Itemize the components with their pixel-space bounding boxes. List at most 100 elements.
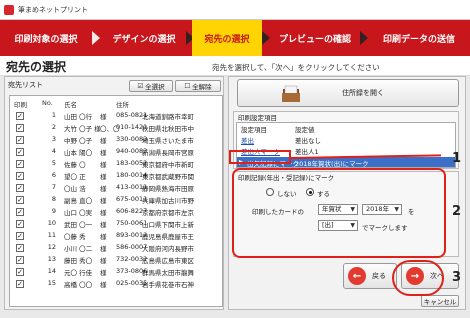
callout-box-3 xyxy=(392,260,444,296)
row-honorific: 様 xyxy=(100,173,107,181)
cancel-label: キャンセル xyxy=(423,298,457,306)
step-2-label: デザインの選択 xyxy=(112,34,176,45)
settings-value-sender-mark: 差出人1 xyxy=(295,148,319,156)
window-title: 筆まめネットプリント xyxy=(18,5,88,14)
row-address: 京都府京都市左京 xyxy=(142,209,194,217)
row-honorific: 様 xyxy=(100,281,107,289)
step-arrow-icon xyxy=(262,31,270,45)
row-honorific: 様 xyxy=(100,113,107,121)
table-row[interactable]: ✓ 6 望〇 正様 180-0014 東京都武蔵野市関 xyxy=(10,171,222,181)
row-no: 11 xyxy=(47,231,56,239)
select-all-button[interactable]: ☑ 全選択 xyxy=(129,80,173,92)
row-no: 12 xyxy=(47,243,56,251)
row-honorific: 様 xyxy=(100,149,107,157)
print-checkbox[interactable]: ✓ xyxy=(16,196,24,204)
row-honorific: 様 xyxy=(100,197,107,205)
row-honorific: 様 xyxy=(100,221,107,229)
row-no: 3 xyxy=(51,135,56,143)
row-no: 7 xyxy=(51,183,56,191)
checkbox-icon: ☑ xyxy=(137,82,144,90)
row-address: 東京都武蔵野市関 xyxy=(142,173,194,181)
open-addressbook-label: 住所録を開く xyxy=(342,89,384,97)
callout-number-1: 1 xyxy=(452,151,462,166)
print-checkbox[interactable]: ✓ xyxy=(16,124,24,132)
table-row[interactable]: ✓ 13 藤田 秀〇様 732-0032 広島県広島市東区 xyxy=(10,255,222,265)
row-address: 東京都府中市新町 xyxy=(142,161,194,169)
table-row[interactable]: ✓ 1 山田 〇行様 085-0821 北海道釧路市幸町 xyxy=(10,111,222,121)
column-header-no: No. xyxy=(42,99,53,107)
row-no: 8 xyxy=(51,195,56,203)
row-no: 4 xyxy=(51,147,56,155)
step-1: 印刷対象の選択 xyxy=(0,20,92,56)
step-5-label: 印刷データの送信 xyxy=(382,34,455,45)
print-checkbox[interactable]: ✓ xyxy=(16,172,24,180)
cancel-button[interactable]: キャンセル xyxy=(421,295,459,307)
table-row[interactable]: ✓ 7 〇山 浩様 413-0011 静岡県熱海市田原 xyxy=(10,183,222,193)
callout-number-3: 3 xyxy=(452,270,462,285)
heading-row: 宛先の選択 宛先を選択して、「次へ」をクリックしてください xyxy=(0,56,470,76)
row-honorific: 様 xyxy=(100,161,107,169)
table-row[interactable]: ✓ 4 山本 陽〇様 940-0083 新潟県長岡市宮原 xyxy=(10,147,222,157)
open-addressbook-button[interactable]: 住所録を開く xyxy=(237,79,459,107)
instruction-text: 宛先を選択して、「次へ」をクリックしてください xyxy=(212,63,380,72)
settings-col-item: 設定項目 xyxy=(241,126,267,134)
table-row[interactable]: ✓ 3 中野 〇子様 330-0083 埼玉県さいたま市 xyxy=(10,135,222,145)
page-title: 宛先の選択 xyxy=(6,60,67,74)
window-titlebar: 筆まめネットプリント xyxy=(0,0,470,20)
table-row[interactable]: ✓ 10 武田 〇一様 750-0061 山口県下関市上新 xyxy=(10,219,222,229)
table-row[interactable]: ✓ 14 元〇 行佳様 373-0806 群馬県太田市龍舞 xyxy=(10,267,222,277)
print-checkbox[interactable]: ✓ xyxy=(16,220,24,228)
print-checkbox[interactable]: ✓ xyxy=(16,148,24,156)
address-table[interactable]: 印刷 No. 氏名 住所 ✓ 1 山田 〇行様 085-0821 北海道釧路市幸町 ✓ 2… xyxy=(9,95,223,307)
print-checkbox[interactable]: ✓ xyxy=(16,268,24,276)
table-row[interactable]: ✓ 9 山口 〇実様 606-8227 京都府京都市左京 xyxy=(10,207,222,217)
table-row[interactable]: ✓ 11 〇藤 秀様 893-0012 鹿児島県鹿屋市王 xyxy=(10,231,222,241)
print-checkbox[interactable]: ✓ xyxy=(16,256,24,264)
row-honorific: 様 xyxy=(100,245,107,253)
back-button[interactable]: ← 戻る xyxy=(343,263,397,289)
step-arrow-icon xyxy=(92,31,100,45)
step-2: デザインの選択 xyxy=(102,20,186,56)
row-no: 13 xyxy=(47,255,56,263)
print-checkbox[interactable]: ✓ xyxy=(16,136,24,144)
clear-all-button[interactable]: ☐ 全解除 xyxy=(175,80,221,92)
arrow-left-icon: ← xyxy=(348,267,366,285)
print-checkbox[interactable]: ✓ xyxy=(16,244,24,252)
row-no: 9 xyxy=(51,207,56,215)
row-honorific: 様 xyxy=(100,233,107,241)
settings-col-value: 設定値 xyxy=(295,126,315,134)
step-navigation: 印刷対象の選択 デザインの選択 宛先の選択 プレビューの確認 印刷データの送信 xyxy=(0,20,470,56)
print-checkbox[interactable]: ✓ xyxy=(16,112,24,120)
addressbook-icon xyxy=(282,85,300,102)
print-checkbox[interactable]: ✓ xyxy=(16,280,24,288)
callout-number-2: 2 xyxy=(452,204,462,219)
row-no: 14 xyxy=(47,267,56,275)
table-row[interactable]: ✓ 8 副島 直〇様 675-0011 兵庫県加古川市野 xyxy=(10,195,222,205)
row-no: 6 xyxy=(51,171,56,179)
table-row[interactable]: ✓ 2 大竹 〇子 様〇、〇 010-1421 秋田県北秋田市中 xyxy=(10,123,222,133)
row-address: 静岡県熱海市田原 xyxy=(142,185,194,193)
row-no: 15 xyxy=(47,279,56,287)
row-address: 山口県下関市上新 xyxy=(142,221,194,229)
settings-value-attendance-mark: 2018年賀状(出)にマーク xyxy=(295,160,369,168)
row-honorific: 様 xyxy=(100,269,107,277)
print-checkbox[interactable]: ✓ xyxy=(16,208,24,216)
table-row[interactable]: ✓ 15 高橋 〇〇様 025-0035 岩手県花巻市石神 xyxy=(10,279,222,289)
row-honorific: 様 xyxy=(100,137,107,145)
table-row[interactable]: ✓ 12 小川 〇二様 586-0007 大阪府河内長野市 xyxy=(10,243,222,253)
row-address: 埼玉県さいたま市 xyxy=(142,137,194,145)
app-icon xyxy=(4,4,14,15)
row-address: 広島県広島市東区 xyxy=(142,257,194,265)
print-checkbox[interactable]: ✓ xyxy=(16,232,24,240)
table-row[interactable]: ✓ 5 佐藤 〇様 183-0052 東京都府中市新町 xyxy=(10,159,222,169)
settings-item-sender[interactable]: 差出 xyxy=(241,135,254,145)
print-settings-label: 印刷設定項目 xyxy=(238,114,277,122)
back-label: 戻る xyxy=(372,272,386,280)
print-checkbox[interactable]: ✓ xyxy=(16,160,24,168)
select-all-label: 全選択 xyxy=(145,83,165,91)
column-header-name: 氏名 xyxy=(64,101,77,109)
step-1-label: 印刷対象の選択 xyxy=(14,34,78,45)
row-address: 岩手県花巻市石神 xyxy=(142,281,194,289)
print-checkbox[interactable]: ✓ xyxy=(16,184,24,192)
step-4-label: プレビューの確認 xyxy=(278,34,351,45)
